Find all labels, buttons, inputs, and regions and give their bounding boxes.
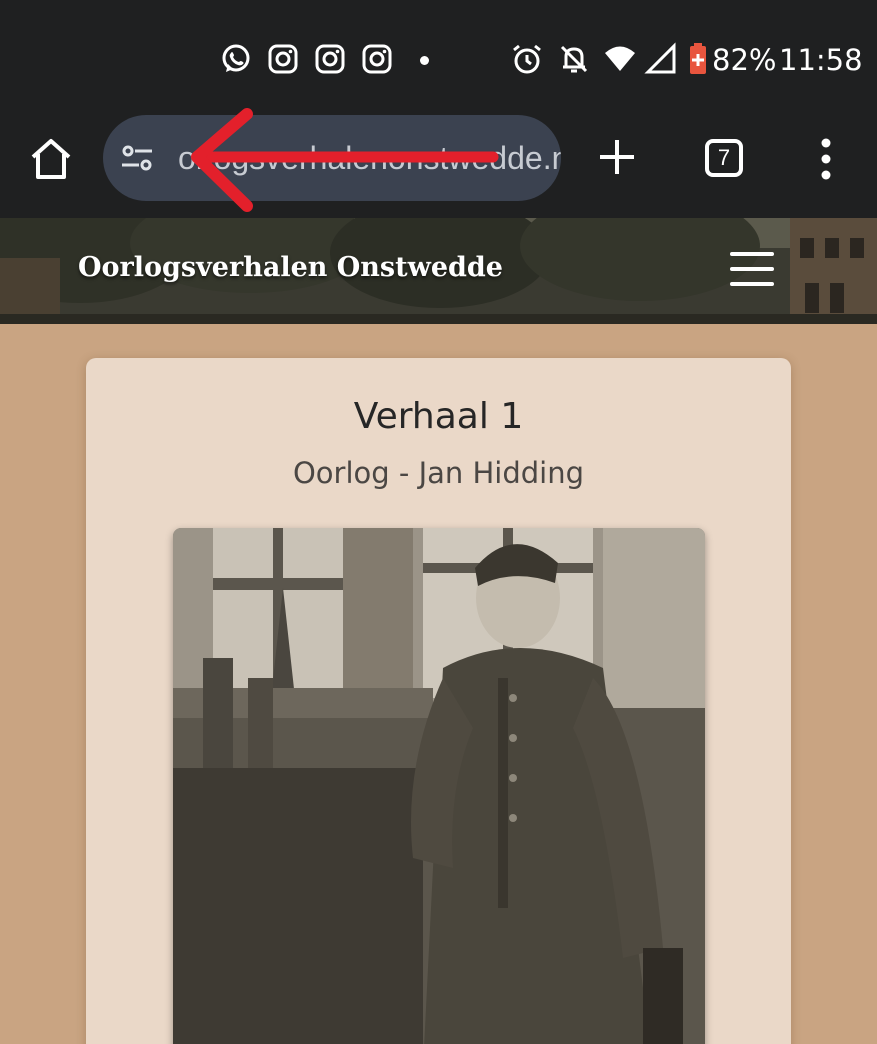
site-header: Oorlogsverhalen Onstwedde [0,218,877,324]
tab-switcher-button[interactable]: 7 [705,139,743,177]
home-icon[interactable] [28,136,74,182]
browser-toolbar: orlogsverhalenonstwedde.nl 7 [0,112,877,218]
instagram-icon [268,44,298,74]
instagram-icon [315,44,345,74]
site-title[interactable]: Oorlogsverhalen Onstwedde [78,252,503,283]
instagram-icon [362,44,392,74]
story-subtitle: Oorlog - Jan Hidding [292,456,585,490]
story-title: Verhaal 1 [353,396,524,437]
notifications-off-icon [560,45,588,73]
alarm-icon [513,44,541,74]
site-settings-icon[interactable] [119,140,155,176]
signal-icon [644,42,676,74]
whatsapp-icon [222,44,250,72]
url-text[interactable]: orlogsverhalenonstwedde.nl [178,137,561,179]
battery-saver-icon [690,43,706,74]
wifi-icon [605,46,635,71]
hamburger-menu-icon[interactable] [730,248,774,290]
menu-icon[interactable] [812,136,840,182]
battery-percentage: 82% [712,43,777,77]
status-bar: 82% 11:58 [0,0,877,112]
soldier-photo [173,528,705,1044]
address-bar[interactable]: orlogsverhalenonstwedde.nl [103,115,561,201]
main-content: Verhaal 1 Oorlog - Jan Hidding [0,324,877,1044]
more-notifications-dot [420,56,429,65]
new-tab-icon[interactable] [596,136,638,178]
clock: 11:58 [779,43,863,77]
